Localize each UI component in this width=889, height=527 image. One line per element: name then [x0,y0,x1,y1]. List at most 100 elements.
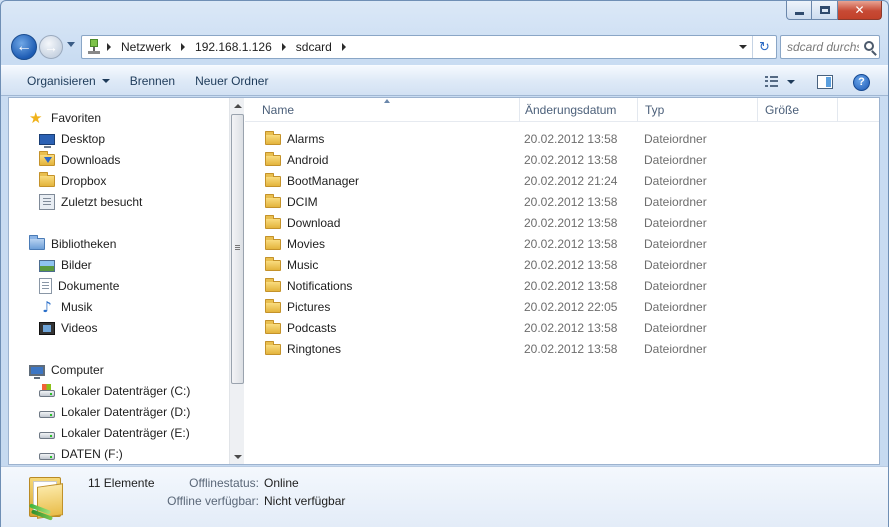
refresh-button[interactable]: ↻ [752,36,776,58]
organize-button[interactable]: Organisieren [17,69,120,93]
forward-button[interactable]: → [39,35,63,59]
folder-icon [265,130,281,147]
file-name-cell: Music [265,256,318,273]
file-row[interactable]: BootManager 20.02.2012 21:24 Dateiordner [245,170,845,191]
maximize-icon [819,6,830,14]
sidebar-item-computer[interactable]: Computer [9,359,229,380]
sidebar-item-drive-d[interactable]: Lokaler Datenträger (D:) [9,401,229,422]
column-header-type[interactable]: Typ [638,98,758,122]
address-history-dropdown[interactable] [734,36,752,58]
sidebar-item-recent[interactable]: Zuletzt besucht [9,191,229,212]
sidebar-item-libraries[interactable]: Bibliotheken [9,233,229,254]
refresh-icon: ↻ [759,39,770,55]
sidebar-item-label: Lokaler Datenträger (E:) [61,425,190,440]
burn-label: Brennen [129,73,176,88]
breadcrumb-netzwerk[interactable]: Netzwerk [117,36,175,58]
drive-icon [39,453,55,460]
scroll-thumb[interactable] [231,114,244,384]
maximize-button[interactable] [812,1,838,20]
chevron-down-icon [233,454,242,459]
burn-button[interactable]: Brennen [120,69,185,93]
sidebar-item-pictures[interactable]: Bilder [9,254,229,275]
chevron-down-icon [101,78,110,83]
folder-icon [265,256,281,273]
sidebar-item-downloads[interactable]: Downloads [9,149,229,170]
forward-arrow-icon: → [44,39,58,55]
back-button[interactable]: ← [11,34,37,60]
sidebar-item-label: Musik [61,299,93,314]
file-name: Android [287,152,329,167]
minimize-icon [794,11,804,15]
file-name-cell: Ringtones [265,340,341,357]
file-type: Dateiordner [644,131,707,146]
folder-icon [265,172,281,189]
minimize-button[interactable] [786,1,812,20]
preview-pane-icon[interactable] [817,75,833,89]
file-row[interactable]: Music 20.02.2012 13:58 Dateiordner [245,254,845,275]
file-date: 20.02.2012 13:58 [524,236,618,251]
sidebar-item-desktop[interactable]: Desktop [9,128,229,149]
breadcrumb-separator[interactable] [181,43,186,51]
help-icon[interactable]: ? [853,73,870,91]
file-name-cell: Download [265,214,341,231]
navigation-scrollbar[interactable] [229,98,244,464]
sidebar-item-drive-e[interactable]: Lokaler Datenträger (E:) [9,422,229,443]
file-name: DCIM [287,194,318,209]
breadcrumb-separator[interactable] [341,43,346,51]
sort-ascending-icon [384,99,390,103]
recent-pages-dropdown[interactable] [67,42,75,47]
sidebar-item-dropbox[interactable]: Dropbox [9,170,229,191]
address-bar[interactable]: Netzwerk 192.168.1.126 sdcard ↻ [81,35,777,59]
file-row[interactable]: Notifications 20.02.2012 13:58 Dateiordner [245,275,845,296]
sidebar-item-music[interactable]: ♪ Musik [9,296,229,317]
breadcrumb-host[interactable]: 192.168.1.126 [191,36,276,58]
file-row[interactable]: Android 20.02.2012 13:58 Dateiordner [245,149,845,170]
content-area: ★ Favoriten Desktop Downloads Dropbox Zu… [8,97,880,465]
sidebar-item-favorites[interactable]: ★ Favoriten [9,107,229,128]
file-name: BootManager [287,173,360,188]
file-name: Movies [287,236,326,251]
scroll-down-button[interactable] [230,449,245,464]
column-header-date[interactable]: Änderungsdatum [518,98,638,122]
sidebar-item-videos[interactable]: Videos [9,317,229,338]
file-name-cell: Android [265,151,329,168]
column-header-size[interactable]: Größe [758,98,838,122]
file-row[interactable]: DCIM 20.02.2012 13:58 Dateiordner [245,191,845,212]
sidebar-item-documents[interactable]: Dokumente [9,275,229,296]
file-name-cell: Movies [265,235,326,252]
new-folder-button[interactable]: Neuer Ordner [185,69,278,93]
change-view-icon[interactable] [765,76,779,88]
sidebar-item-label: Lokaler Datenträger (D:) [61,404,191,419]
file-type: Dateiordner [644,320,707,335]
file-type: Dateiordner [644,173,707,188]
back-arrow-icon: ← [16,38,32,55]
videos-icon [39,321,55,335]
file-date: 20.02.2012 13:58 [524,341,618,356]
scroll-up-button[interactable] [230,98,245,113]
pictures-icon [39,259,55,272]
folder-icon [265,340,281,357]
search-box[interactable]: sdcard durchsuchen [780,35,880,59]
sidebar-item-drive-c[interactable]: Lokaler Datenträger (C:) [9,380,229,401]
sidebar-item-drive-f[interactable]: DATEN (F:) [9,443,229,464]
search-input[interactable]: sdcard durchsuchen [787,40,859,54]
file-row[interactable]: Pictures 20.02.2012 22:05 Dateiordner [245,296,845,317]
file-name-cell: Alarms [265,130,324,147]
close-button[interactable]: ✕ [838,1,882,20]
search-icon[interactable] [864,41,874,51]
file-name-cell: BootManager [265,172,360,189]
file-row[interactable]: Ringtones 20.02.2012 13:58 Dateiordner [245,338,845,359]
sidebar-item-label: Desktop [61,131,106,146]
offline-available-value: Nicht verfügbar [264,494,346,508]
file-name: Download [287,215,341,230]
breadcrumb-separator[interactable] [107,43,111,51]
file-row[interactable]: Podcasts 20.02.2012 13:58 Dateiordner [245,317,845,338]
breadcrumb-sdcard[interactable]: sdcard [292,36,336,58]
breadcrumb-separator[interactable] [281,43,286,51]
recent-places-icon [39,193,55,210]
file-row[interactable]: Alarms 20.02.2012 13:58 Dateiordner [245,128,845,149]
file-row[interactable]: Movies 20.02.2012 13:58 Dateiordner [245,233,845,254]
view-options-dropdown[interactable] [787,80,795,84]
file-date: 20.02.2012 13:58 [524,194,618,209]
file-row[interactable]: Download 20.02.2012 13:58 Dateiordner [245,212,845,233]
